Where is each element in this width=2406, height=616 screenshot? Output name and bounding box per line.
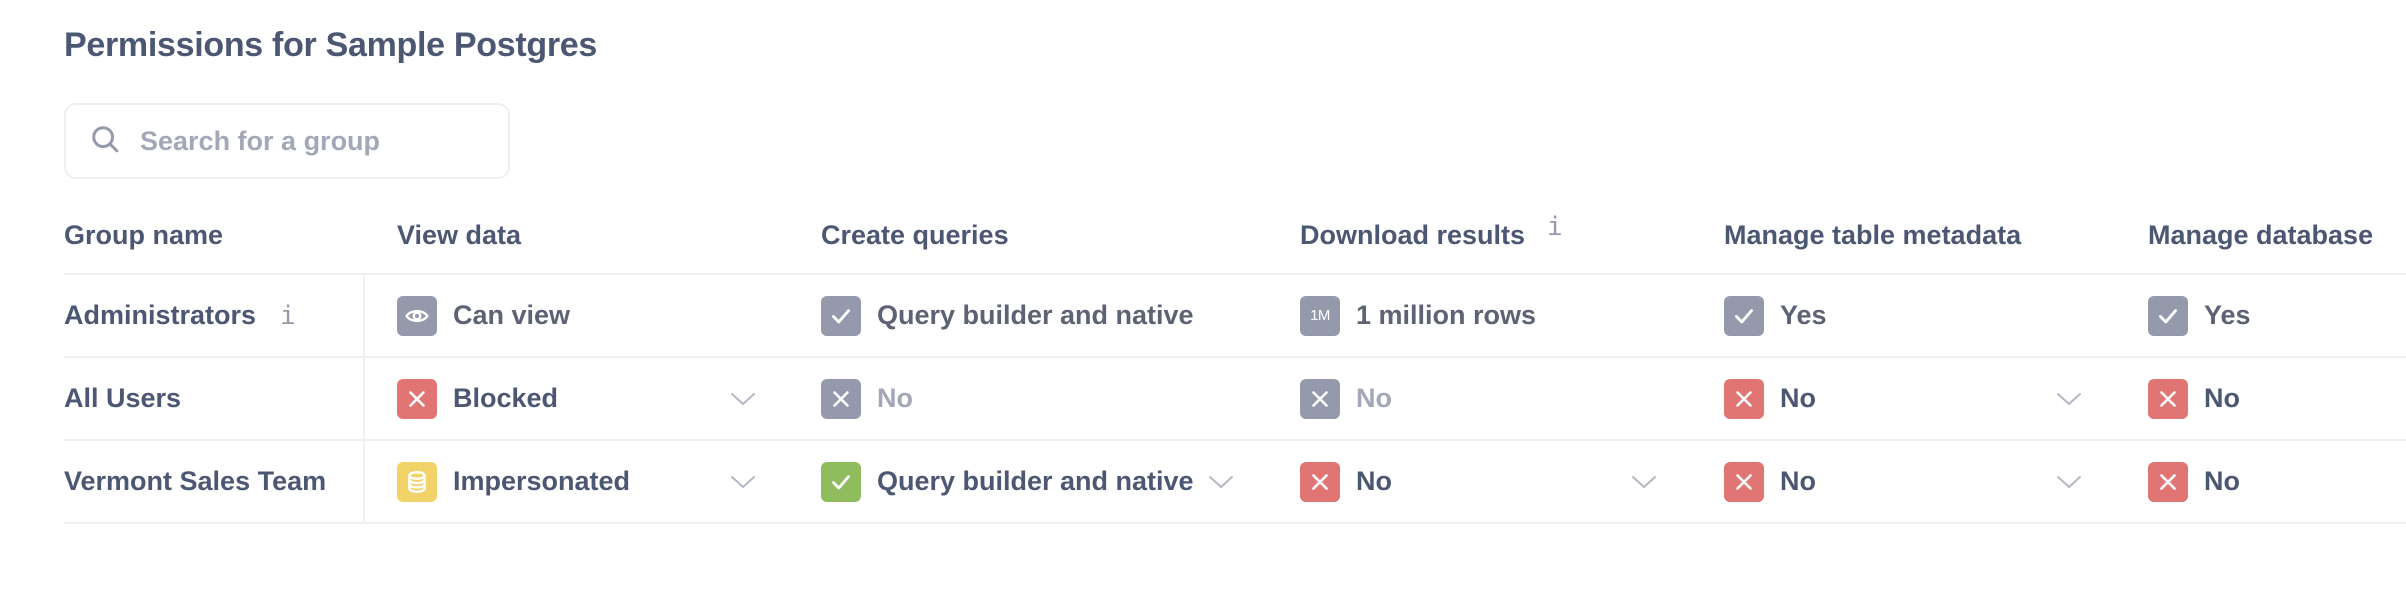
close-icon — [1300, 378, 1340, 419]
permission-cell-manage-database: No — [2148, 441, 2240, 522]
close-icon — [2148, 378, 2188, 419]
permission-value: Yes — [2204, 300, 2251, 330]
permission-cell-manage-database: Yes — [2148, 275, 2251, 356]
permissions-table: Group name View data Create queries Downloa… — [64, 200, 2406, 524]
table-header: Group name View data Create queries Downloa… — [64, 200, 2406, 275]
permission-cell-create-queries: Query builder and native — [821, 275, 1194, 356]
column-header-manage-database: Manage database — [2148, 220, 2373, 251]
permission-cell-create-queries: No — [821, 358, 913, 439]
info-icon[interactable]: i — [280, 303, 296, 329]
permission-value: No — [1356, 383, 1392, 413]
check-icon — [821, 295, 861, 336]
check-icon — [821, 461, 861, 502]
permission-value: Blocked — [453, 383, 559, 413]
group-search[interactable] — [64, 103, 510, 179]
table-row: Vermont Sales Team Impersonated Query buil… — [64, 441, 2406, 524]
close-icon — [1724, 378, 1764, 419]
chevron-down-icon[interactable] — [2054, 358, 2084, 439]
column-header-download-results: Download results i — [1300, 214, 1563, 251]
table-row: Administrators i Can view Query builder and… — [64, 275, 2406, 358]
eye-icon — [397, 295, 437, 336]
table-row: All Users Blocked No No No No — [64, 358, 2406, 441]
permission-value: 1 million rows — [1356, 300, 1537, 330]
close-icon — [397, 378, 437, 419]
chevron-down-icon[interactable] — [728, 441, 758, 522]
column-header-create-queries: Create queries — [821, 220, 1009, 251]
column-header-label: Create queries — [821, 220, 1009, 250]
chevron-down-icon[interactable] — [1629, 441, 1659, 522]
permission-cell-manage-table-metadata[interactable]: No — [1724, 441, 1816, 522]
column-header-label: Manage database — [2148, 220, 2374, 250]
close-icon — [1300, 461, 1340, 502]
column-divider — [363, 275, 365, 356]
column-header-group-name: Group name — [64, 220, 223, 251]
permission-value: No — [2204, 466, 2240, 496]
permission-value: No — [1356, 466, 1392, 496]
permission-value: Query builder and native — [877, 300, 1194, 330]
column-header-manage-table-metadata: Manage table metadata — [1724, 220, 2021, 251]
chevron-down-icon[interactable] — [728, 358, 758, 439]
group-name-label: Vermont Sales Team — [64, 466, 327, 496]
column-header-view-data: View data — [397, 220, 521, 251]
search-input[interactable] — [138, 124, 502, 158]
permission-cell-view-data[interactable]: Impersonated — [397, 441, 630, 522]
permission-cell-download-results: 1M 1 million rows — [1300, 275, 1536, 356]
check-icon — [2148, 295, 2188, 336]
group-name: All Users — [64, 358, 181, 439]
permissions-page: Permissions for Sample Postgres Group na… — [0, 0, 2406, 616]
permission-value: No — [877, 383, 913, 413]
chevron-down-icon[interactable] — [2054, 441, 2084, 522]
permission-value: Impersonated — [453, 466, 631, 496]
group-name-label: All Users — [64, 383, 182, 413]
icon-text: 1M — [1310, 307, 1330, 324]
permission-cell-manage-table-metadata[interactable]: No — [1724, 358, 1816, 439]
permission-cell-download-results[interactable]: No — [1300, 441, 1392, 522]
permission-cell-manage-table-metadata: Yes — [1724, 275, 1827, 356]
one-million-icon: 1M — [1300, 295, 1340, 336]
close-icon — [821, 378, 861, 419]
chevron-down-icon[interactable] — [1206, 441, 1236, 522]
page-title: Permissions for Sample Postgres — [64, 26, 598, 64]
permission-cell-view-data[interactable]: Blocked — [397, 358, 558, 439]
permission-cell-download-results: No — [1300, 358, 1392, 439]
close-icon — [1724, 461, 1764, 502]
permission-value: No — [1780, 466, 1816, 496]
permission-value: Can view — [453, 300, 571, 330]
column-header-label: Manage table metadata — [1724, 220, 2022, 250]
column-header-label: Download results — [1300, 220, 1526, 250]
column-header-label: View data — [397, 220, 522, 250]
column-divider — [363, 441, 365, 522]
permission-cell-view-data: Can view — [397, 275, 570, 356]
permission-value: Query builder and native — [877, 466, 1194, 496]
database-icon — [397, 461, 437, 502]
permission-value: No — [2204, 383, 2240, 413]
permission-cell-manage-database: No — [2148, 358, 2240, 439]
group-name: Administrators i — [64, 275, 296, 356]
check-icon — [1724, 295, 1764, 336]
permission-value: No — [1780, 383, 1816, 413]
search-icon — [90, 124, 120, 159]
close-icon — [2148, 461, 2188, 502]
column-header-label: Group name — [64, 220, 224, 250]
column-divider — [363, 358, 365, 439]
permission-value: Yes — [1780, 300, 1827, 330]
group-name-label: Administrators — [64, 300, 257, 330]
permission-cell-create-queries[interactable]: Query builder and native — [821, 441, 1194, 522]
group-name: Vermont Sales Team — [64, 441, 326, 522]
info-icon[interactable]: i — [1547, 214, 1563, 240]
